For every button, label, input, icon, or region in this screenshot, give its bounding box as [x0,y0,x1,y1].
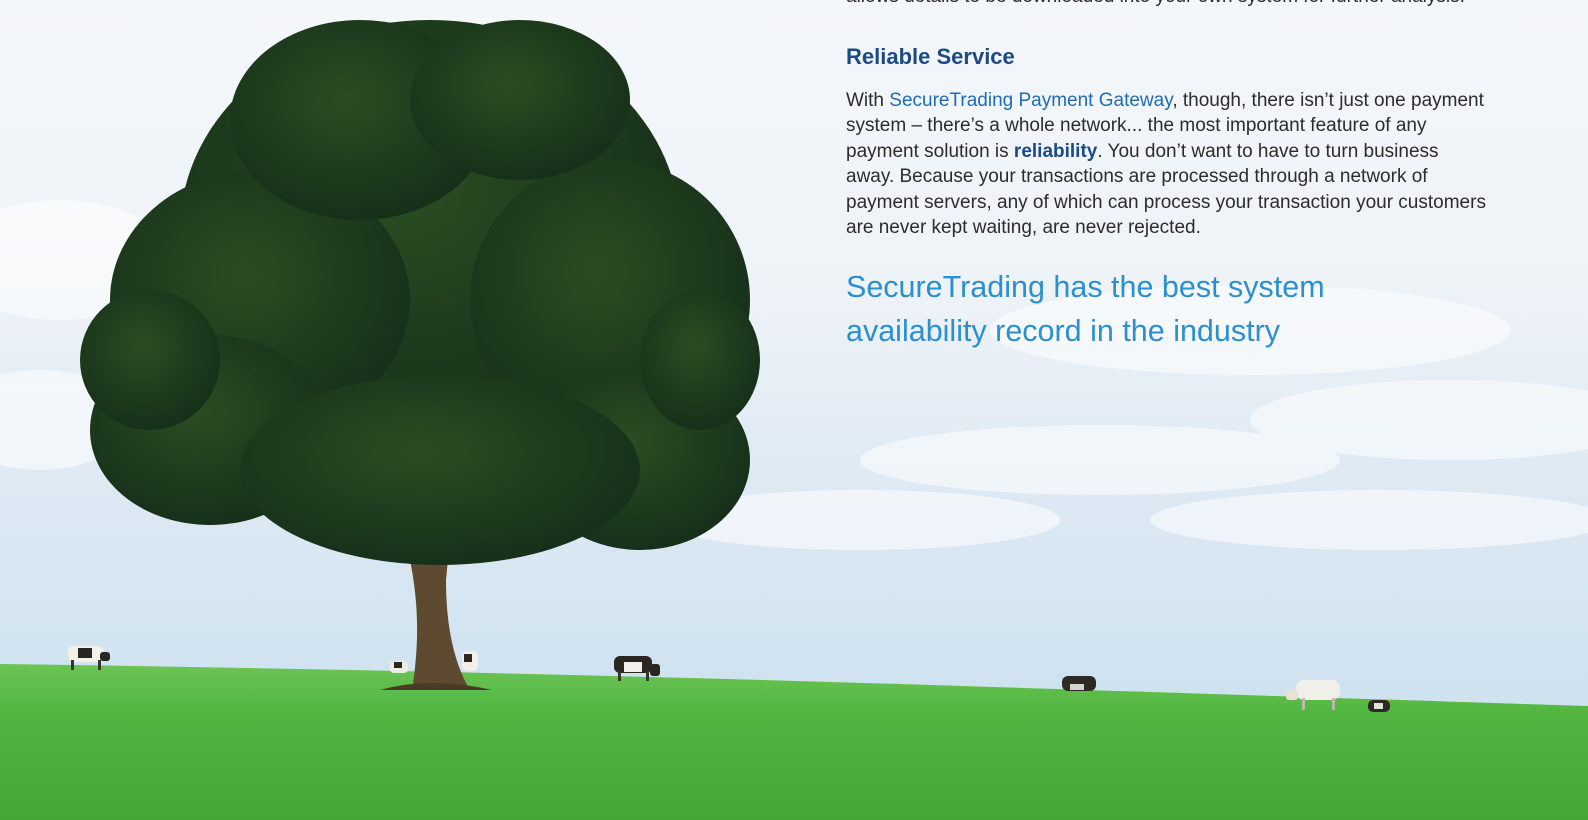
cow [1368,700,1390,712]
section-heading: Reliable Service [846,43,1015,69]
grass-field [0,664,1588,820]
cow [1062,676,1096,691]
gateway-link[interactable]: SecureTrading Payment Gateway [889,90,1172,111]
pull-quote: SecureTrading has the best system availa… [846,269,1325,348]
reliability-term: reliability [1013,140,1098,162]
cow [462,651,478,671]
cow [390,661,408,673]
intro-continuation: allows details to be downloaded into you… [846,0,1486,10]
paragraph-prefix: With [846,89,890,111]
reliability-paragraph: With SecureTrading Payment Gateway, thou… [846,88,1486,241]
tree-canopy [80,20,760,565]
article-column: allows details to be downloaded into you… [846,0,1486,353]
